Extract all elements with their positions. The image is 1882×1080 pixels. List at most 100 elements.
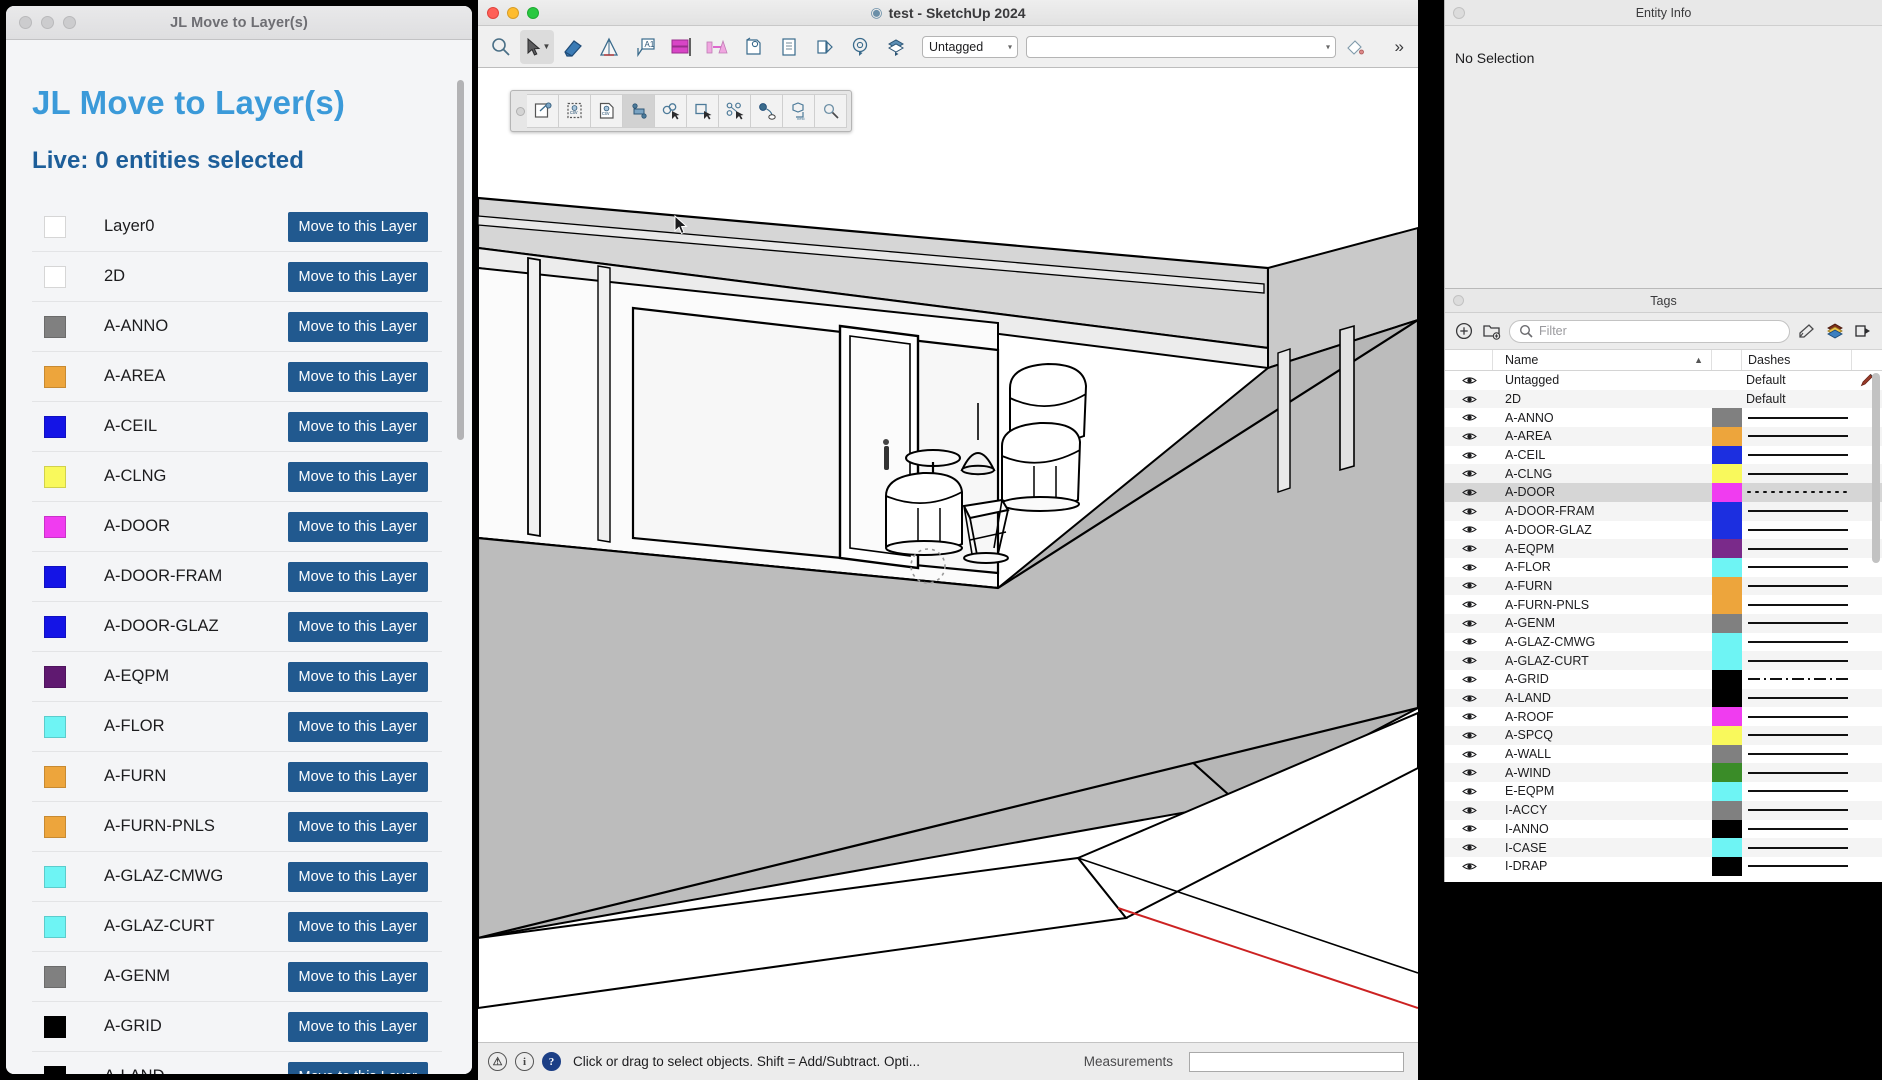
rectangle-icon[interactable]: [664, 30, 698, 64]
eye-icon[interactable]: [1445, 468, 1493, 479]
zoom-icon[interactable]: [484, 30, 518, 64]
tags-row[interactable]: A-FURN-PNLS: [1445, 595, 1882, 614]
tag-color-swatch[interactable]: [1712, 726, 1742, 745]
styles-icon[interactable]: [844, 30, 878, 64]
tags-row[interactable]: A-DOOR-FRAM: [1445, 502, 1882, 521]
tag-color-swatch[interactable]: [1712, 502, 1742, 521]
tags-row[interactable]: A-DOOR-GLAZ: [1445, 521, 1882, 540]
move-to-this-layer-button[interactable]: Move to this Layer: [288, 212, 428, 242]
toolbar-grip[interactable]: [513, 94, 527, 128]
sketchup-titlebar[interactable]: ◉ test - SketchUp 2024: [478, 0, 1418, 26]
move-to-this-layer-button[interactable]: Move to this Layer: [288, 1012, 428, 1042]
tag-dash-preview[interactable]: [1742, 693, 1852, 703]
tag-dash-preview[interactable]: [1742, 544, 1852, 554]
eye-icon[interactable]: [1445, 412, 1493, 423]
tag-color-swatch[interactable]: [1712, 838, 1742, 857]
move-to-this-layer-button[interactable]: Move to this Layer: [288, 1062, 428, 1075]
tags-row[interactable]: I-CASE: [1445, 838, 1882, 857]
eye-icon[interactable]: [1445, 693, 1493, 704]
color-by-tag-icon[interactable]: [1824, 320, 1846, 342]
eye-icon[interactable]: [1445, 506, 1493, 517]
tag-color-swatch[interactable]: [1712, 595, 1742, 614]
column-visibility[interactable]: [1445, 350, 1493, 370]
move-to-this-layer-button[interactable]: Move to this Layer: [288, 862, 428, 892]
jl-scrollbar-thumb[interactable]: [457, 80, 464, 440]
tags-row[interactable]: E-EQPM: [1445, 782, 1882, 801]
sort-ascending-icon[interactable]: ▲: [1694, 355, 1703, 365]
import-csv-icon[interactable]: csv: [559, 94, 591, 128]
tag-color-swatch[interactable]: [1712, 539, 1742, 558]
tags-row[interactable]: A-ROOF: [1445, 707, 1882, 726]
layer-color-swatch[interactable]: [44, 516, 66, 538]
tags-row[interactable]: A-GRID: [1445, 670, 1882, 689]
layer-color-swatch[interactable]: [44, 816, 66, 838]
tag-color-swatch[interactable]: [1712, 670, 1742, 689]
toolbar-overflow-button[interactable]: »: [1387, 37, 1412, 57]
layer-color-swatch[interactable]: [44, 266, 66, 288]
maximize-button[interactable]: [527, 7, 539, 19]
tag-color-swatch[interactable]: [1712, 633, 1742, 652]
tag-color-swatch[interactable]: [1712, 689, 1742, 708]
tag-dash-preview[interactable]: [1742, 562, 1852, 572]
jl-scrollbar[interactable]: [457, 80, 464, 1058]
tag-dash-preview[interactable]: [1742, 656, 1852, 666]
move-to-this-layer-button[interactable]: Move to this Layer: [288, 662, 428, 692]
details-icon[interactable]: [1852, 320, 1874, 342]
eye-icon[interactable]: [1445, 599, 1493, 610]
tag-dash-preview[interactable]: [1742, 768, 1852, 778]
eye-icon[interactable]: [1445, 487, 1493, 498]
layer-color-swatch[interactable]: [44, 966, 66, 988]
tags-row[interactable]: A-WIND: [1445, 763, 1882, 782]
layer-color-swatch[interactable]: [44, 1016, 66, 1038]
eye-icon[interactable]: [1445, 711, 1493, 722]
move-to-this-layer-button[interactable]: Move to this Layer: [288, 612, 428, 642]
minimize-button[interactable]: [507, 7, 519, 19]
eye-icon[interactable]: [1445, 431, 1493, 442]
eye-icon[interactable]: [1445, 861, 1493, 872]
eye-icon[interactable]: [1445, 842, 1493, 853]
tag-dash-preview[interactable]: [1742, 805, 1852, 815]
tags-row[interactable]: A-SPCQ: [1445, 726, 1882, 745]
tag-color-swatch[interactable]: [1712, 558, 1742, 577]
tags-scrollbar-thumb[interactable]: [1872, 373, 1880, 563]
sketchup-window-controls[interactable]: [487, 7, 539, 19]
tags-scrollbar[interactable]: [1872, 373, 1880, 880]
tags-list[interactable]: UntaggedDefault2DDefaultA-ANNOA-AREAA-CE…: [1445, 371, 1882, 882]
sketchup-viewport[interactable]: csv csv: [478, 68, 1418, 1042]
move-to-this-layer-button[interactable]: Move to this Layer: [288, 562, 428, 592]
tags-row[interactable]: I-DRAP: [1445, 857, 1882, 876]
eye-icon[interactable]: [1445, 394, 1493, 405]
column-color[interactable]: [1712, 350, 1742, 370]
layer-color-swatch[interactable]: [44, 366, 66, 388]
eye-icon[interactable]: [1445, 580, 1493, 591]
eye-icon[interactable]: [1445, 636, 1493, 647]
eye-icon[interactable]: [1445, 375, 1493, 386]
instructor-icon[interactable]: ⚠: [488, 1052, 507, 1071]
tape-measure-icon[interactable]: [592, 30, 626, 64]
tags-row[interactable]: A-EQPM: [1445, 539, 1882, 558]
tags-row[interactable]: A-FURN: [1445, 577, 1882, 596]
move-to-this-layer-button[interactable]: Move to this Layer: [288, 712, 428, 742]
layer-color-swatch[interactable]: [44, 216, 66, 238]
move-to-this-layer-button[interactable]: Move to this Layer: [288, 462, 428, 492]
tag-color-swatch[interactable]: [1712, 857, 1742, 876]
tag-color-swatch[interactable]: [1712, 707, 1742, 726]
tags-icon[interactable]: [880, 30, 914, 64]
tag-dash-preview[interactable]: [1742, 506, 1852, 516]
tag-dash-preview[interactable]: [1742, 600, 1852, 610]
tag-dash-preview[interactable]: [1742, 469, 1852, 479]
eye-icon[interactable]: [1445, 805, 1493, 816]
move-to-this-layer-button[interactable]: Move to this Layer: [288, 512, 428, 542]
tag-dash-preview[interactable]: [1742, 730, 1852, 740]
outliner-icon[interactable]: [772, 30, 806, 64]
tag-color-swatch[interactable]: [1712, 820, 1742, 839]
tag-dash-preview[interactable]: [1742, 525, 1852, 535]
eye-icon[interactable]: [1445, 543, 1493, 554]
eye-icon[interactable]: [1445, 767, 1493, 778]
text-icon[interactable]: A1: [628, 30, 662, 64]
column-dashes[interactable]: Dashes: [1742, 350, 1852, 370]
tag-color-swatch[interactable]: [1712, 390, 1742, 409]
tags-panel-header[interactable]: Tags: [1445, 289, 1882, 313]
column-name[interactable]: Name ▲: [1493, 350, 1712, 370]
tag-color-swatch[interactable]: [1712, 371, 1742, 390]
